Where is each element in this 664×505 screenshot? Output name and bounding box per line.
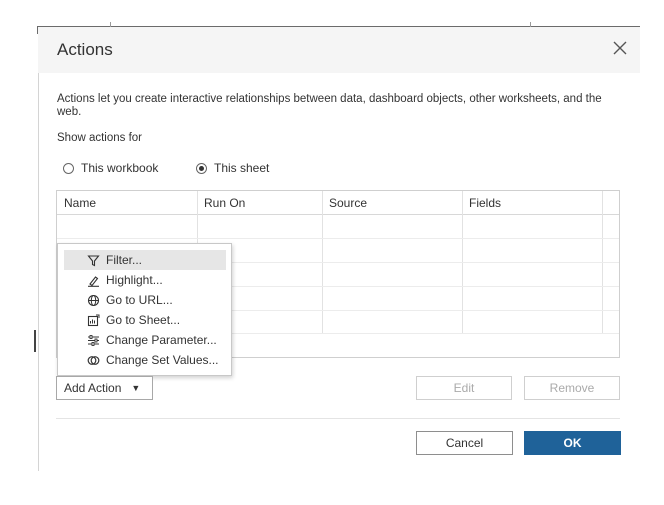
- globe-icon: [86, 293, 100, 307]
- radio-this-sheet[interactable]: This sheet: [196, 160, 269, 176]
- menu-item-label: Filter...: [106, 253, 143, 267]
- close-icon[interactable]: [610, 38, 630, 58]
- filter-icon: [86, 253, 100, 267]
- menu-item-highlight[interactable]: Highlight...: [64, 270, 226, 290]
- menu-item-change-parameter[interactable]: Change Parameter...: [64, 330, 226, 350]
- go-to-sheet-icon: [86, 313, 100, 327]
- remove-button[interactable]: Remove: [524, 376, 620, 400]
- edit-button[interactable]: Edit: [416, 376, 512, 400]
- radio-label: This workbook: [81, 161, 159, 175]
- add-action-label: Add Action: [64, 381, 122, 395]
- dialog-description: Actions let you create interactive relat…: [57, 93, 602, 118]
- menu-item-label: Highlight...: [106, 273, 163, 287]
- table-header: Name Run On Source Fields: [57, 191, 619, 215]
- add-action-button[interactable]: Add Action ▼: [56, 376, 153, 400]
- column-header-run-on[interactable]: Run On: [204, 196, 245, 210]
- background-window-marker: [34, 330, 36, 352]
- caret-down-icon: ▼: [131, 383, 141, 393]
- set-values-icon: [86, 353, 100, 367]
- menu-item-label: Go to Sheet...: [106, 313, 181, 327]
- parameter-icon: [86, 333, 100, 347]
- footer-divider: [56, 418, 620, 419]
- radio-label: This sheet: [214, 161, 270, 175]
- column-header-fields[interactable]: Fields: [469, 196, 501, 210]
- menu-item-go-to-url[interactable]: Go to URL...: [64, 290, 226, 310]
- menu-item-label: Change Parameter...: [106, 333, 217, 347]
- menu-item-label: Go to URL...: [106, 293, 173, 307]
- table-row-divider: [57, 238, 619, 239]
- ok-button[interactable]: OK: [524, 431, 621, 455]
- dialog-title: Actions: [57, 40, 113, 59]
- cancel-button[interactable]: Cancel: [416, 431, 513, 455]
- column-header-name[interactable]: Name: [64, 196, 96, 210]
- dialog-title-bar: [38, 27, 640, 73]
- highlight-icon: [86, 273, 100, 287]
- show-actions-for-label: Show actions for: [57, 132, 143, 144]
- add-action-menu: Filter... Highlight... Go to URL... Go t…: [57, 243, 232, 376]
- menu-item-change-set-values[interactable]: Change Set Values...: [64, 350, 226, 370]
- radio-button-icon: [63, 162, 74, 174]
- column-header-source[interactable]: Source: [329, 196, 367, 210]
- radio-button-selected-icon: [196, 162, 207, 174]
- menu-item-filter[interactable]: Filter...: [64, 250, 226, 270]
- radio-this-workbook[interactable]: This workbook: [63, 160, 158, 176]
- menu-item-go-to-sheet[interactable]: Go to Sheet...: [64, 310, 226, 330]
- menu-item-label: Change Set Values...: [106, 353, 219, 367]
